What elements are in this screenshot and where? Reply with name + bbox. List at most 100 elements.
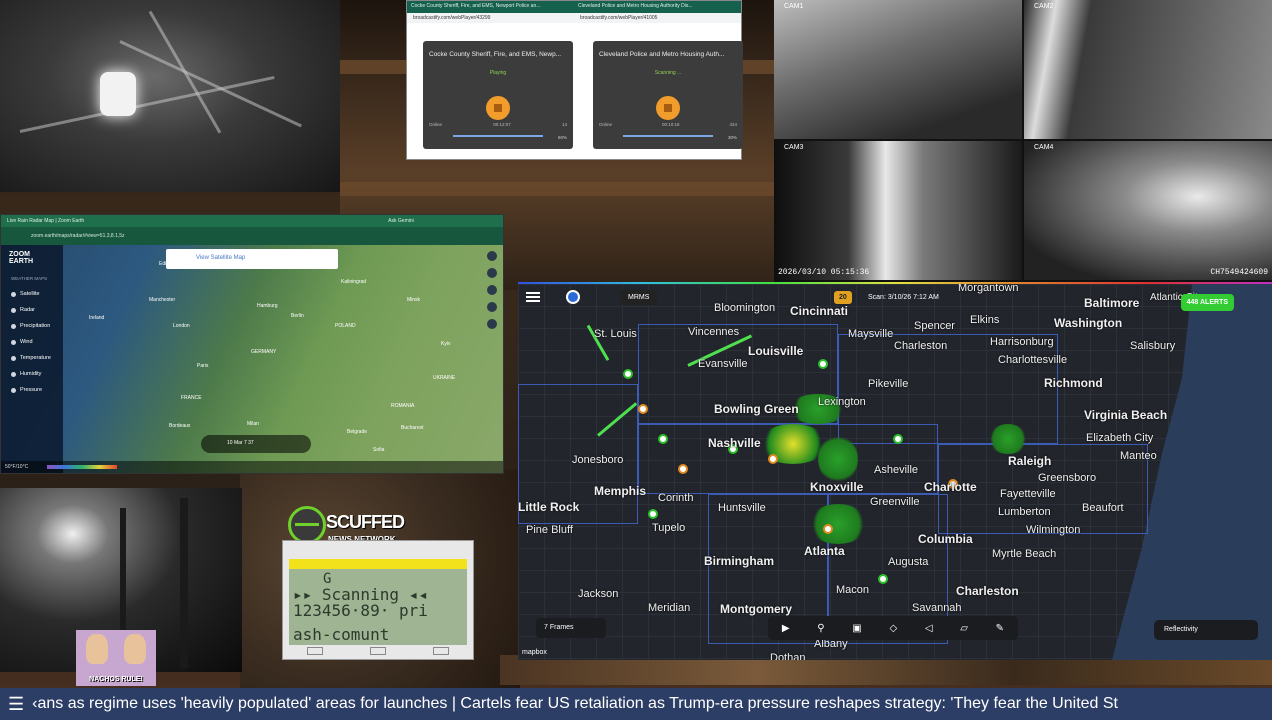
volume-slider[interactable] — [453, 135, 543, 137]
layer-select[interactable]: Reflectivity — [1154, 620, 1258, 640]
city-label: Jonesboro — [572, 454, 624, 466]
place-label: Hamburg — [257, 303, 278, 309]
place-label: ROMANIA — [391, 403, 415, 409]
volume-slider[interactable] — [623, 135, 713, 137]
search-icon[interactable] — [487, 251, 497, 261]
url-bar[interactable]: zoom.earth/maps/radar/#view=51.3,8.1,5z — [31, 233, 125, 239]
frames-select[interactable]: 7 Frames — [536, 618, 606, 638]
alert-icon[interactable] — [658, 434, 668, 444]
alert-icon[interactable] — [623, 369, 633, 379]
cam-label: CAM3 — [784, 144, 804, 151]
tab-radio-1[interactable]: Cocke County Sheriff, Fire, and EMS, New… — [407, 1, 574, 13]
lcd-line-4: ash-comunt — [293, 625, 390, 644]
cam3-feed: CAM3 2026/03/10 05:15:36 — [774, 141, 1022, 280]
menu-humidity[interactable]: Humidity — [1, 366, 63, 382]
shape-icon[interactable]: ◇ — [889, 623, 897, 634]
scanner-button[interactable] — [433, 647, 450, 655]
brand-name: SCUFFED — [326, 512, 405, 532]
city-label: Maysville — [848, 328, 894, 340]
city-label: Meridian — [648, 602, 691, 614]
scanner-button[interactable] — [306, 647, 323, 655]
url-bar-2[interactable]: broadcastify.com/webPlayer/41005 — [574, 13, 741, 23]
cam2-feed: CAM2 — [1024, 0, 1272, 139]
city-label: Vincennes — [688, 326, 740, 338]
security-cam-grid: CAM1 CAM2 CAM3 2026/03/10 05:15:36 CAM4 … — [774, 0, 1272, 282]
place-label: Milan — [247, 421, 259, 427]
alert-icon[interactable] — [638, 404, 648, 414]
pin-icon[interactable]: ⚲ — [817, 623, 824, 634]
url-bar-1[interactable]: broadcastify.com/webPlayer/43299 — [407, 13, 574, 23]
city-label: Dothan — [770, 652, 806, 660]
alert-icon[interactable] — [823, 524, 833, 534]
trail-cam-feed — [0, 0, 340, 192]
alert-icon[interactable] — [878, 574, 888, 584]
zoom-earth-logo[interactable]: ZOOM EARTH — [1, 245, 63, 271]
menu-precipitation[interactable]: Precipitation — [1, 318, 63, 334]
lcd-line-3: 123456·89· pri — [293, 601, 428, 620]
city-label: Birmingham — [704, 554, 775, 568]
alert-icon[interactable] — [893, 434, 903, 444]
city-label: Atlanta — [804, 544, 845, 558]
ruler-icon[interactable]: ▱ — [960, 623, 968, 634]
color-scale — [47, 465, 117, 469]
mapbox-attribution: mapbox — [522, 649, 547, 656]
menu-icon[interactable] — [526, 292, 540, 302]
city-label: Elizabeth City — [1086, 432, 1154, 444]
locate-icon[interactable] — [487, 319, 497, 329]
layers-icon[interactable] — [487, 268, 497, 278]
radar-map[interactable]: Bloomington Cincinnati Baltimore Washing… — [518, 284, 1272, 660]
cam-timestamp: 2026/03/10 05:15:36 — [778, 268, 870, 277]
city-label: Fayetteville — [1000, 488, 1056, 500]
alerts-button[interactable]: 448 ALERTS — [1180, 294, 1234, 311]
stop-button[interactable] — [486, 96, 510, 120]
play-icon[interactable]: ▶ — [782, 623, 790, 634]
alert-icon[interactable] — [768, 454, 778, 464]
place-label: FRANCE — [181, 395, 202, 401]
gear-icon[interactable] — [487, 285, 497, 295]
city-label: Lexington — [818, 396, 866, 408]
tab-radio-2[interactable]: Cleveland Police and Metro Housing Autho… — [574, 1, 741, 13]
menu-label: Radar — [20, 307, 35, 313]
place-label: Minsk — [407, 297, 421, 303]
measure-icon[interactable]: ◁ — [925, 623, 933, 634]
alert-icon[interactable] — [818, 359, 828, 369]
tab-gemini[interactable]: Ask Gemini — [388, 218, 414, 224]
news-ticker: ☰ ‹ans as regime uses 'heavily populated… — [0, 688, 1272, 720]
city-label: Pine Bluff — [526, 524, 573, 536]
tab-zoom-earth[interactable]: Live Rain Radar Map | Zoom Earth — [7, 218, 84, 224]
menu-wind[interactable]: Wind — [1, 334, 63, 350]
frame-badge: 20 — [834, 291, 852, 304]
alert-icon[interactable] — [678, 464, 688, 474]
city-label: Harrisonburg — [990, 336, 1054, 348]
city-label: Charleston — [894, 340, 948, 352]
screenshot-icon[interactable]: ▣ — [852, 623, 861, 634]
draw-icon[interactable]: ✎ — [996, 623, 1004, 634]
source-select[interactable]: MRMS — [620, 290, 658, 305]
city-label: Macon — [836, 584, 870, 596]
radio-player-1: Cocke County Sheriff, Fire, and EMS, New… — [423, 41, 573, 149]
gauge-icon — [11, 387, 16, 393]
timeline-player[interactable]: 10 Mar 7 37 — [201, 435, 311, 453]
play-time: 00:12:07 — [493, 122, 511, 127]
nachos-avatar: NACHOS RULE! — [76, 630, 156, 686]
satellite-banner[interactable]: View Satellite Map — [166, 249, 338, 269]
place-label: Berlin — [291, 313, 304, 319]
alert-icon[interactable] — [648, 509, 658, 519]
menu-radar[interactable]: Radar — [1, 302, 63, 318]
banner-text: View Satellite Map — [196, 255, 246, 261]
city-label: Jackson — [578, 588, 619, 600]
cam-id: CH7549424609 — [1210, 268, 1268, 277]
stop-button[interactable] — [656, 96, 680, 120]
scanner-button[interactable] — [369, 647, 386, 655]
play-time: 00:10:18 — [661, 122, 680, 127]
scanner-buttons — [283, 645, 473, 659]
menu-satellite[interactable]: Satellite — [1, 286, 63, 302]
globe-icon — [288, 506, 326, 544]
hamburger-icon[interactable]: ☰ — [8, 694, 24, 715]
satellite-icon — [11, 291, 16, 297]
zoom-earth-window: Live Rain Radar Map | Zoom Earth Ask Gem… — [0, 214, 504, 474]
menu-temperature[interactable]: Temperature — [1, 350, 63, 366]
share-icon[interactable] — [487, 302, 497, 312]
menu-pressure[interactable]: Pressure — [1, 382, 63, 398]
app-logo-icon[interactable] — [566, 290, 580, 304]
